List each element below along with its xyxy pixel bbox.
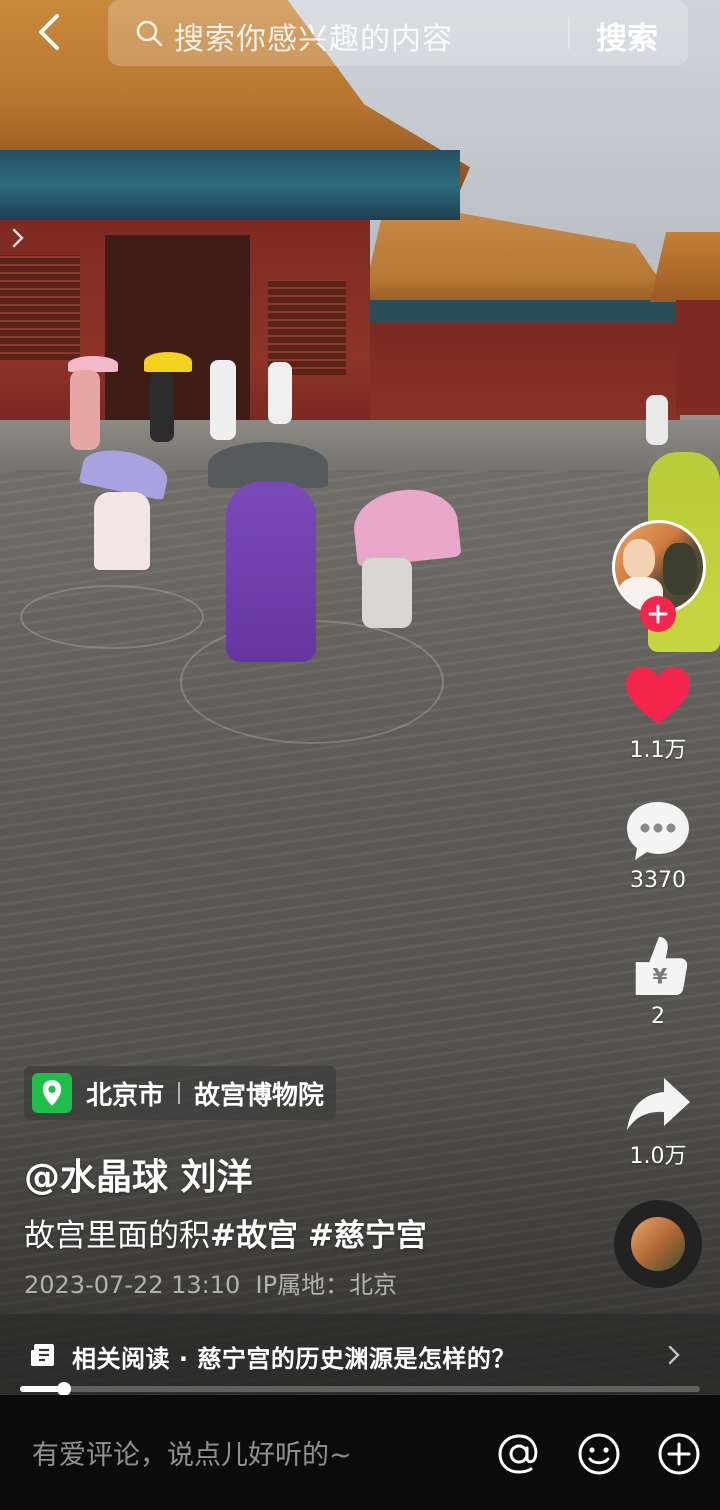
- video-window: [0, 255, 80, 360]
- video-person-raincoat: [226, 482, 316, 662]
- video-person: [70, 370, 100, 450]
- tip-yuan-symbol: ¥: [653, 964, 668, 989]
- plus-icon: [648, 604, 668, 624]
- search-bar[interactable]: 搜索你感兴趣的内容 搜索: [108, 0, 688, 66]
- video-window: [268, 280, 346, 375]
- chevron-right-icon[interactable]: [8, 225, 28, 251]
- location-place: 故宫博物院: [194, 1080, 325, 1111]
- music-cover: [631, 1217, 685, 1271]
- location-tag[interactable]: 北京市 故宫博物院: [24, 1066, 337, 1120]
- ip-label: IP属地：: [255, 1271, 350, 1299]
- article-icon: [31, 1344, 54, 1366]
- avatar-face: [623, 539, 655, 579]
- playback-progress-bar[interactable]: [20, 1382, 700, 1396]
- tip-button[interactable]: ¥ 2: [612, 932, 704, 1029]
- emoji-icon[interactable]: [576, 1431, 622, 1477]
- avatar-toy: [663, 543, 697, 595]
- comment-bubble-icon: [627, 802, 689, 860]
- post-description: 故宫里面的积#故宫 #慈宁宫: [24, 1210, 427, 1255]
- video-eave: [0, 150, 460, 220]
- video-hall-right: [676, 300, 720, 415]
- location-separator: [178, 1082, 181, 1104]
- video-person: [150, 372, 174, 442]
- video-person: [362, 558, 412, 628]
- share-count: 1.0万: [629, 1144, 687, 1169]
- location-pin-icon: [32, 1073, 72, 1113]
- post-text: 故宫里面的积: [24, 1218, 210, 1254]
- search-divider: [568, 17, 570, 49]
- chevron-right-icon: [668, 1345, 680, 1365]
- music-disc[interactable]: [614, 1200, 702, 1288]
- thumbs-up-yuan-icon: ¥: [635, 936, 688, 995]
- post-date: 2023-07-22 13:10: [24, 1271, 241, 1299]
- video-umbrella: [144, 352, 192, 372]
- follow-button[interactable]: [640, 596, 676, 632]
- add-plus-icon[interactable]: [656, 1431, 702, 1477]
- comment-button[interactable]: 3370: [612, 800, 704, 893]
- related-reading-text: 相关阅读 · 慈宁宫的历史渊源是怎样的？: [72, 1345, 516, 1373]
- video-screen: 搜索你感兴趣的内容 搜索 1.1万 3370 ¥ 2 1.0万 北京市 故宫博物…: [0, 0, 720, 1510]
- location-city: 北京市: [86, 1080, 165, 1111]
- video-person: [646, 395, 668, 445]
- video-ripple: [20, 585, 204, 649]
- search-button[interactable]: 搜索: [596, 13, 658, 58]
- comment-input[interactable]: 有爱评论，说点儿好听的~: [32, 1433, 352, 1472]
- hashtag-gugong[interactable]: #故宫: [210, 1218, 298, 1254]
- search-input-placeholder[interactable]: 搜索你感兴趣的内容: [174, 14, 453, 58]
- share-button[interactable]: 1.0万: [612, 1076, 704, 1170]
- heart-icon: [626, 666, 690, 725]
- search-icon: [136, 20, 163, 47]
- like-count: 1.1万: [629, 738, 687, 763]
- video-person: [94, 492, 150, 570]
- related-reading-bar[interactable]: 相关阅读 · 慈宁宫的历史渊源是怎样的？: [0, 1314, 720, 1394]
- share-arrow-icon: [627, 1078, 690, 1130]
- hashtag-cining-palace[interactable]: #慈宁宫: [308, 1218, 427, 1254]
- ip-location: 北京: [349, 1271, 398, 1299]
- video-hall-side: [360, 300, 680, 425]
- video-person: [210, 360, 236, 440]
- back-arrow-icon[interactable]: [28, 10, 72, 54]
- like-button[interactable]: 1.1万: [612, 666, 704, 764]
- author-name[interactable]: @水晶球 刘洋: [24, 1148, 253, 1200]
- post-meta: 2023-07-22 13:10 IP属地：北京: [24, 1265, 397, 1300]
- comment-count: 3370: [630, 868, 686, 893]
- comment-bar: 有爱评论，说点儿好听的~: [0, 1395, 720, 1510]
- mention-at-icon[interactable]: [496, 1431, 542, 1477]
- top-bar: 搜索你感兴趣的内容 搜索: [0, 0, 720, 66]
- tip-count: 2: [651, 1004, 665, 1029]
- video-person: [268, 362, 292, 424]
